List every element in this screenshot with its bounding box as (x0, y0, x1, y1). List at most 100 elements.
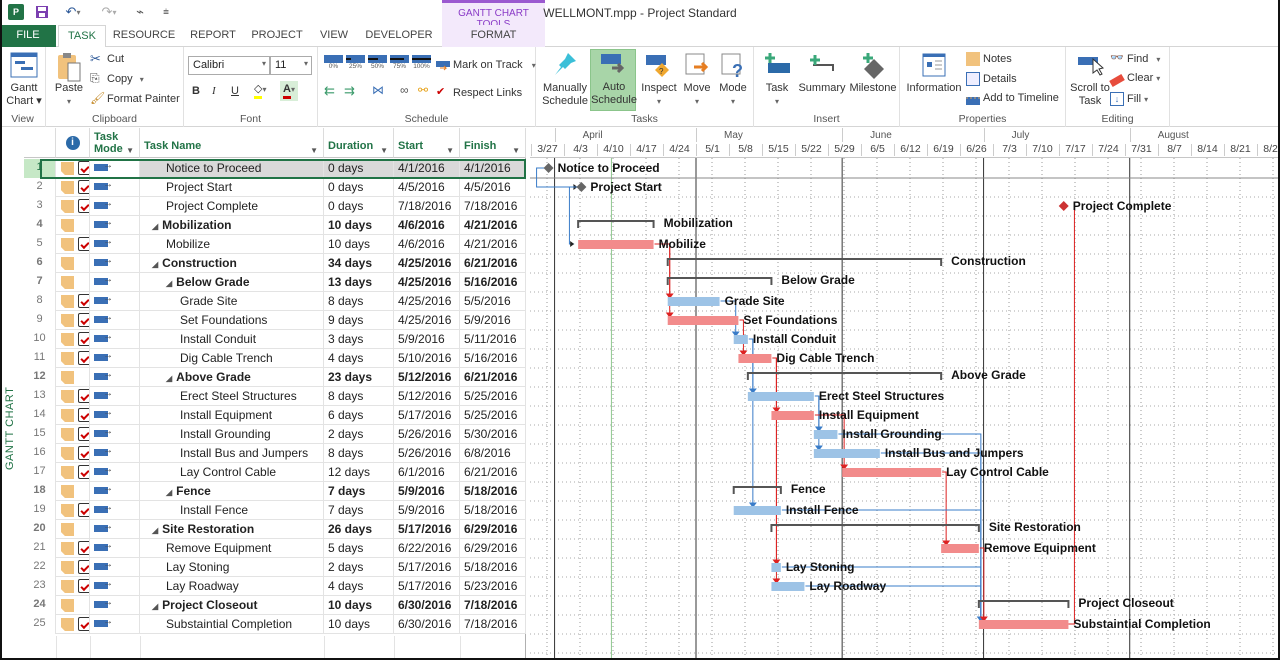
finish-cell[interactable]: 5/5/2016 (460, 292, 526, 311)
finish-cell[interactable]: 4/21/2016 (460, 216, 526, 235)
indent-button[interactable]: ⇉ (344, 84, 355, 97)
table-row[interactable]: 5 Mobilize 10 days 4/6/2016 4/21/2016 (24, 235, 526, 254)
respect-links-button[interactable]: ✔ Respect Links (436, 86, 522, 100)
gantt-chart[interactable]: April May June July August 3/27 4/3 4/10 4/17 4/2… (530, 128, 1278, 658)
table-row[interactable]: 13 Erect Steel Structures 8 days 5/12/2016 5… (24, 387, 526, 406)
task-name-cell[interactable]: Install Fence (140, 501, 324, 520)
start-cell[interactable]: 5/9/2016 (394, 482, 460, 501)
note-indicator-icon[interactable] (61, 162, 74, 175)
finish-cell[interactable]: 5/9/2016 (460, 311, 526, 330)
table-row[interactable]: 22 Lay Stoning 2 days 5/17/2016 5/18/2016 (24, 558, 526, 577)
task-mode-cell[interactable] (90, 254, 140, 273)
tab-format[interactable]: FORMAT (442, 25, 545, 47)
row-number[interactable]: 10 (24, 330, 56, 349)
collapse-toggle-icon[interactable]: ◢ (152, 222, 158, 231)
duration-column-header[interactable]: Duration ▼ (324, 128, 394, 158)
collapse-toggle-icon[interactable]: ◢ (152, 526, 158, 535)
finish-cell[interactable]: 7/18/2016 (460, 596, 526, 615)
duration-cell[interactable]: 9 days (324, 311, 394, 330)
finish-cell[interactable]: 4/1/2016 (460, 159, 526, 178)
finish-cell[interactable]: 5/18/2016 (460, 501, 526, 520)
add-to-timeline-button[interactable]: Add to Timeline (966, 92, 1059, 105)
note-indicator-icon[interactable] (61, 257, 74, 270)
unlink-tasks-button[interactable]: ⚯ (418, 84, 428, 97)
note-indicator-icon[interactable] (61, 428, 74, 441)
table-row[interactable]: 2 Project Start 0 days 4/5/2016 4/5/2016 (24, 178, 526, 197)
task-mode-cell[interactable] (90, 482, 140, 501)
duration-cell[interactable]: 2 days (324, 558, 394, 577)
task-name-cell[interactable]: Lay Stoning (140, 558, 324, 577)
table-row[interactable]: 11 Dig Cable Trench 4 days 5/10/2016 5/16/20… (24, 349, 526, 368)
tab-project[interactable]: PROJECT (248, 25, 306, 47)
row-number[interactable]: 17 (24, 463, 56, 482)
task-mode-cell[interactable] (90, 558, 140, 577)
start-cell[interactable]: 6/30/2016 (394, 615, 460, 634)
note-indicator-icon[interactable] (61, 390, 74, 403)
finish-cell[interactable]: 6/21/2016 (460, 254, 526, 273)
note-indicator-icon[interactable] (61, 618, 74, 631)
start-cell[interactable]: 4/6/2016 (394, 216, 460, 235)
duration-cell[interactable]: 23 days (324, 368, 394, 387)
note-indicator-icon[interactable] (61, 580, 74, 593)
duration-cell[interactable]: 10 days (324, 235, 394, 254)
duration-cell[interactable]: 13 days (324, 273, 394, 292)
task-name-cell[interactable]: Lay Control Cable (140, 463, 324, 482)
task-mode-cell[interactable] (90, 235, 140, 254)
percent-25-complete-button[interactable]: 25% (346, 55, 365, 70)
task-mode-cell[interactable] (90, 330, 140, 349)
start-cell[interactable]: 5/26/2016 (394, 444, 460, 463)
row-number[interactable]: 8 (24, 292, 56, 311)
task-name-cell[interactable]: ◢ Fence (140, 482, 324, 501)
finish-cell[interactable]: 6/29/2016 (460, 520, 526, 539)
finish-cell[interactable]: 5/23/2016 (460, 577, 526, 596)
table-row[interactable]: 6 ◢ Construction 34 days 4/25/2016 6/21/2016 (24, 254, 526, 273)
format-painter-button[interactable]: 🖌 Format Painter (90, 92, 180, 106)
table-row[interactable]: 15 Install Grounding 2 days 5/26/2016 5/30/2… (24, 425, 526, 444)
sort-dropdown-icon[interactable]: ▼ (126, 145, 134, 157)
table-row[interactable]: 1 Notice to Proceed 0 days 4/1/2016 4/1/2016 (24, 159, 526, 178)
task-mode-cell[interactable] (90, 197, 140, 216)
row-number[interactable]: 4 (24, 216, 56, 235)
table-row[interactable]: 10 Install Conduit 3 days 5/9/2016 5/11/2016 (24, 330, 526, 349)
start-cell[interactable]: 4/25/2016 (394, 311, 460, 330)
tab-developer[interactable]: DEVELOPER (362, 25, 436, 47)
note-indicator-icon[interactable] (61, 561, 74, 574)
note-indicator-icon[interactable] (61, 181, 74, 194)
task-name-cell[interactable]: ◢ Project Closeout (140, 596, 324, 615)
percent-75-complete-button[interactable]: 75% (390, 55, 409, 70)
task-mode-cell[interactable] (90, 216, 140, 235)
table-row[interactable]: 7 ◢ Below Grade 13 days 4/25/2016 5/16/2016 (24, 273, 526, 292)
select-all-header[interactable] (24, 128, 56, 158)
start-cell[interactable]: 6/1/2016 (394, 463, 460, 482)
info-column-header[interactable]: i (56, 128, 90, 158)
start-cell[interactable]: 5/17/2016 (394, 558, 460, 577)
task-mode-cell[interactable] (90, 577, 140, 596)
table-row[interactable]: 16 Install Bus and Jumpers 8 days 5/26/2016… (24, 444, 526, 463)
start-cell[interactable]: 5/9/2016 (394, 330, 460, 349)
note-indicator-icon[interactable] (61, 542, 74, 555)
row-number[interactable]: 20 (24, 520, 56, 539)
table-row[interactable]: 17 Lay Control Cable 12 days 6/1/2016 6/21/2… (24, 463, 526, 482)
percent-50-complete-button[interactable]: 50% (368, 55, 387, 70)
start-cell[interactable]: 4/25/2016 (394, 254, 460, 273)
task-name-cell[interactable]: ◢ Mobilization (140, 216, 324, 235)
finish-column-header[interactable]: Finish ▼ (460, 128, 526, 158)
row-number[interactable]: 2 (24, 178, 56, 197)
details-button[interactable]: Details (966, 72, 1017, 86)
scroll-to-task-button[interactable]: Scroll to Task (1070, 51, 1110, 108)
task-mode-cell[interactable] (90, 520, 140, 539)
duration-cell[interactable]: 8 days (324, 444, 394, 463)
finish-cell[interactable]: 6/8/2016 (460, 444, 526, 463)
table-row[interactable]: 21 Remove Equipment 5 days 6/22/2016 6/29/20… (24, 539, 526, 558)
task-mode-column-header[interactable]: Task Mode ▼ (90, 128, 140, 158)
note-indicator-icon[interactable] (61, 466, 74, 479)
note-indicator-icon[interactable] (61, 409, 74, 422)
duration-cell[interactable]: 2 days (324, 425, 394, 444)
italic-button[interactable]: I (212, 85, 216, 98)
collapse-toggle-icon[interactable]: ◢ (166, 279, 172, 288)
start-cell[interactable]: 5/17/2016 (394, 577, 460, 596)
task-name-cell[interactable]: Set Foundations (140, 311, 324, 330)
task-name-cell[interactable]: Install Conduit (140, 330, 324, 349)
table-row[interactable]: 14 Install Equipment 6 days 5/17/2016 5/25/2… (24, 406, 526, 425)
row-number[interactable]: 21 (24, 539, 56, 558)
